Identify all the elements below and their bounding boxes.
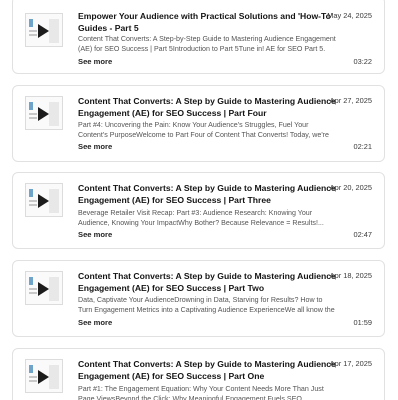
- episode-date: Apr 18, 2025: [329, 271, 372, 280]
- see-more-link[interactable]: See more: [78, 57, 112, 66]
- episode-description: Data, Captivate Your AudienceDrowning in…: [78, 296, 335, 314]
- episode-description: Part #4: Uncovering the Pain: Know Your …: [78, 121, 329, 139]
- play-icon[interactable]: [38, 282, 49, 296]
- episode-duration: 01:59: [353, 318, 373, 327]
- episode-duration: 03:22: [353, 57, 373, 66]
- episode-thumbnail[interactable]: [25, 359, 63, 393]
- play-icon[interactable]: [38, 194, 49, 208]
- episode-thumbnail[interactable]: [25, 271, 63, 305]
- see-more-link[interactable]: See more: [78, 230, 112, 239]
- play-icon[interactable]: [38, 370, 49, 384]
- play-icon[interactable]: [38, 107, 49, 121]
- episode-description: Beverage Retailer Visit Recap: Part #3: …: [78, 209, 324, 227]
- episode-title[interactable]: Content That Converts: A Step by Guide t…: [78, 95, 340, 119]
- episode-card[interactable]: Content That Converts: A Step by Guide t…: [12, 348, 385, 400]
- episode-card[interactable]: Content That Converts: A Step by Guide t…: [12, 260, 385, 337]
- episode-card[interactable]: Content That Converts: A Step by Guide t…: [12, 85, 385, 162]
- see-more-link[interactable]: See more: [78, 142, 112, 151]
- episode-date: Apr 20, 2025: [329, 183, 372, 192]
- episode-thumbnail[interactable]: [25, 96, 63, 130]
- episode-title[interactable]: Empower Your Audience with Practical Sol…: [78, 10, 340, 34]
- episode-description: Part #1: The Engagement Equation: Why Yo…: [78, 385, 324, 400]
- episode-duration: 02:47: [353, 230, 373, 239]
- episode-thumbnail[interactable]: [25, 183, 63, 217]
- episode-description: Content That Converts: A Step-by-Step Gu…: [78, 35, 336, 53]
- episode-card[interactable]: Content That Converts: A Step by Guide t…: [12, 172, 385, 249]
- episode-title[interactable]: Content That Converts: A Step by Guide t…: [78, 270, 340, 294]
- episode-title[interactable]: Content That Converts: A Step by Guide t…: [78, 182, 340, 206]
- episode-card[interactable]: Empower Your Audience with Practical Sol…: [12, 0, 385, 74]
- episode-thumbnail[interactable]: [25, 13, 63, 47]
- episode-date: Apr 17, 2025: [329, 359, 372, 368]
- episode-date: May 24, 2025: [327, 11, 372, 20]
- play-icon[interactable]: [38, 24, 49, 38]
- episode-date: Apr 27, 2025: [329, 96, 372, 105]
- episode-duration: 02:21: [353, 142, 373, 151]
- see-more-link[interactable]: See more: [78, 318, 112, 327]
- episode-title[interactable]: Content That Converts: A Step by Guide t…: [78, 358, 340, 382]
